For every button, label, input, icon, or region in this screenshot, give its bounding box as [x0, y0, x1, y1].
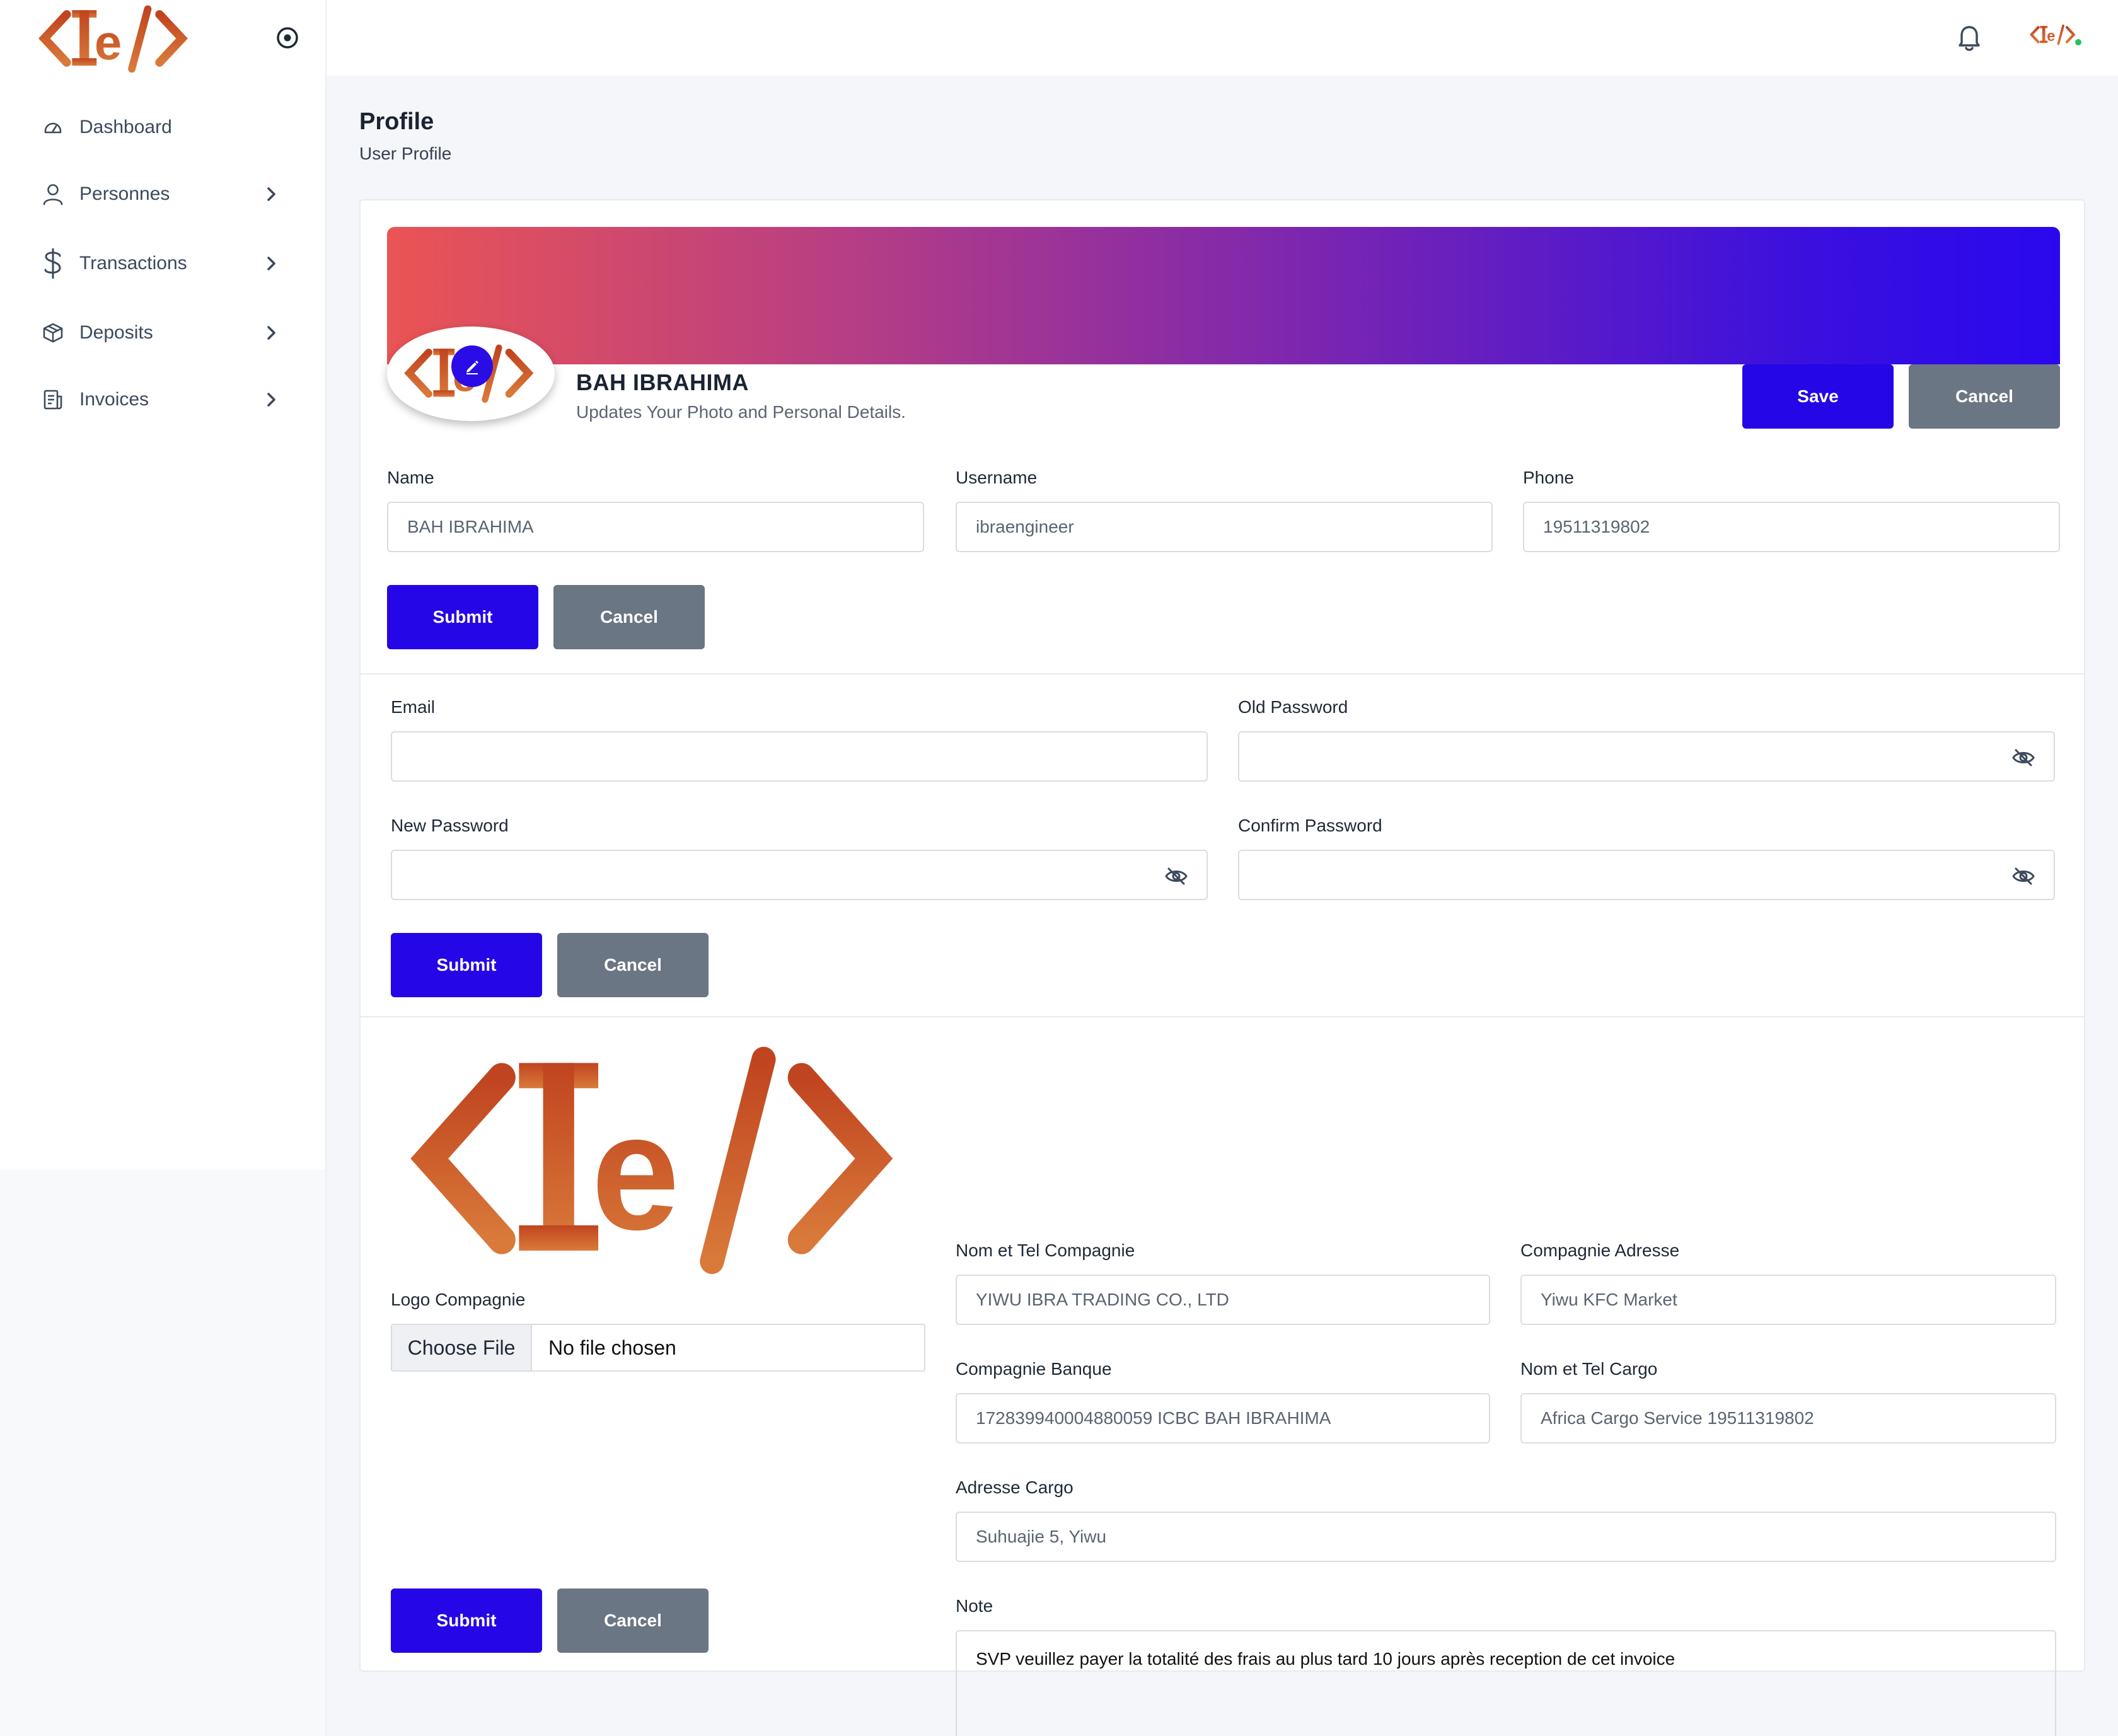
brand-logo[interactable]: [26, 4, 203, 73]
chevron-right-icon: [261, 323, 281, 343]
account-cancel-button[interactable]: Cancel: [553, 585, 705, 649]
password-submit-button[interactable]: Submit: [391, 933, 542, 997]
company-address-input[interactable]: Yiwu KFC Market: [1520, 1275, 2056, 1325]
target-icon[interactable]: [275, 25, 300, 50]
username-input[interactable]: ibraengineer: [956, 502, 1493, 552]
company-name-input[interactable]: YIWU IBRA TRADING CO., LTD: [956, 1275, 1490, 1325]
company-bank-label: Compagnie Banque: [956, 1359, 1112, 1379]
file-status: No file chosen: [548, 1336, 676, 1359]
dollar-icon: [40, 248, 66, 279]
eye-off-icon[interactable]: [2011, 864, 2036, 889]
company-submit-button[interactable]: Submit: [391, 1588, 542, 1653]
note-text: SVP veuillez payer la totalité des frais…: [976, 1649, 1675, 1669]
cargo-address-input[interactable]: Suhuajie 5, Yiwu: [956, 1512, 2056, 1562]
user-avatar[interactable]: [2028, 19, 2085, 54]
section-divider: [361, 1016, 2084, 1017]
note-label: Note: [956, 1596, 993, 1616]
sidebar-item-label: Transactions: [79, 253, 187, 274]
company-name-label: Nom et Tel Compagnie: [956, 1241, 1135, 1260]
sidebar: Dashboard Personnes Transactions Deposit…: [0, 0, 327, 1736]
name-label: Name: [387, 468, 434, 487]
profile-description: Updates Your Photo and Personal Details.: [576, 402, 906, 422]
old-password-input[interactable]: [1238, 731, 2055, 782]
chevron-right-icon: [261, 390, 281, 410]
sidebar-item-label: Dashboard: [79, 117, 172, 137]
name-input[interactable]: BAH IBRAHIMA: [387, 502, 924, 552]
sidebar-item-invoices[interactable]: Invoices: [40, 381, 292, 419]
sidebar-item-label: Personnes: [79, 183, 170, 204]
box-icon: [40, 320, 66, 345]
bell-icon[interactable]: [1949, 18, 1989, 58]
chevron-right-icon: [261, 184, 281, 204]
new-password-input[interactable]: [391, 850, 1208, 900]
password-cancel-button[interactable]: Cancel: [557, 933, 709, 997]
company-cancel-button[interactable]: Cancel: [557, 1588, 709, 1653]
confirm-password-label: Confirm Password: [1238, 816, 1382, 835]
profile-card: BAH IBRAHIMA Updates Your Photo and Pers…: [359, 199, 2085, 1736]
edit-photo-button[interactable]: [451, 345, 493, 387]
email-label: Email: [391, 697, 436, 717]
pencil-icon: [466, 361, 478, 374]
gauge-icon: [40, 115, 66, 140]
email-input[interactable]: [391, 731, 1208, 782]
old-password-label: Old Password: [1238, 697, 1348, 717]
profile-name: BAH IBRAHIMA: [576, 369, 749, 395]
save-button[interactable]: Save: [1742, 364, 1894, 429]
eye-off-icon[interactable]: [2011, 745, 2036, 770]
logo-file-input[interactable]: Choose File No file chosen: [391, 1324, 925, 1372]
cancel-button[interactable]: Cancel: [1909, 364, 2060, 429]
company-bank-input[interactable]: 172839940004880059 ICBC BAH IBRAHIMA: [956, 1393, 1490, 1444]
cargo-name-input[interactable]: Africa Cargo Service 19511319802: [1520, 1393, 2056, 1444]
phone-label: Phone: [1523, 468, 1574, 487]
account-submit-button[interactable]: Submit: [387, 585, 538, 649]
sidebar-item-dashboard[interactable]: Dashboard: [40, 108, 292, 146]
topbar: [327, 0, 2118, 76]
new-password-label: New Password: [391, 816, 509, 835]
sidebar-item-transactions[interactable]: Transactions: [40, 245, 292, 282]
page-title: Profile: [359, 108, 434, 135]
sidebar-item-label: Invoices: [79, 389, 149, 410]
note-textarea[interactable]: SVP veuillez payer la totalité des frais…: [956, 1630, 2056, 1736]
eye-off-icon[interactable]: [1164, 864, 1189, 889]
company-address-label: Compagnie Adresse: [1520, 1241, 1680, 1260]
user-icon: [40, 182, 66, 207]
username-label: Username: [956, 468, 1038, 487]
invoice-icon: [40, 387, 66, 412]
page-subtitle: User Profile: [359, 144, 452, 163]
sidebar-item-label: Deposits: [79, 322, 153, 343]
choose-file-button[interactable]: Choose File: [392, 1325, 532, 1370]
section-divider: [361, 673, 2084, 674]
cargo-name-label: Nom et Tel Cargo: [1520, 1359, 1658, 1379]
sidebar-item-personnes[interactable]: Personnes: [40, 175, 292, 213]
online-status-dot: [2074, 38, 2083, 47]
chevron-right-icon: [261, 253, 281, 274]
phone-input[interactable]: 19511319802: [1523, 502, 2060, 552]
sidebar-item-deposits[interactable]: Deposits: [40, 314, 292, 352]
confirm-password-input[interactable]: [1238, 850, 2055, 900]
sidebar-bottom-area: [0, 1169, 325, 1736]
company-logo-preview: [398, 1041, 915, 1276]
logo-label: Logo Compagnie: [391, 1290, 526, 1309]
profile-banner: [387, 227, 2060, 364]
cargo-address-label: Adresse Cargo: [956, 1478, 1073, 1497]
